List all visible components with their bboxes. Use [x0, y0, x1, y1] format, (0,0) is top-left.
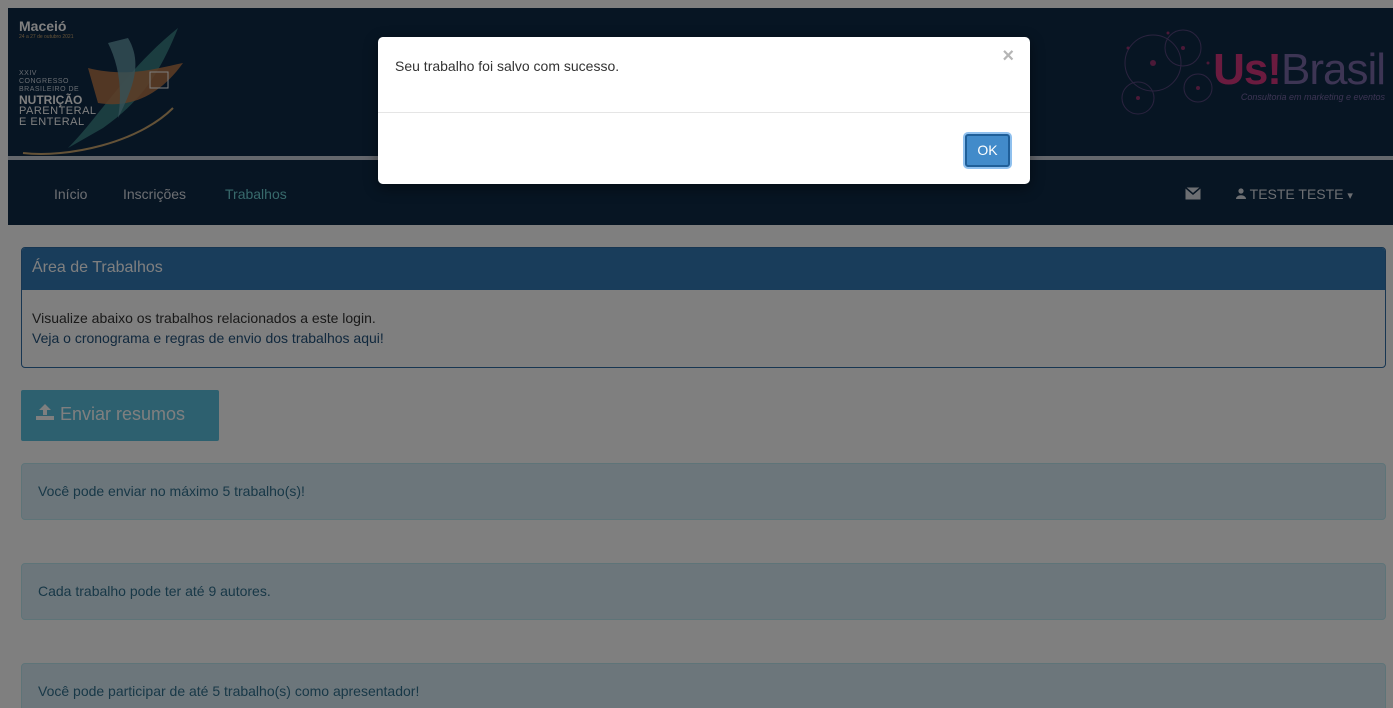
dialog-body: Seu trabalho foi salvo com sucesso. ×	[378, 37, 1030, 113]
close-icon[interactable]: ×	[1002, 45, 1014, 68]
dialog-message: Seu trabalho foi salvo com sucesso.	[395, 58, 620, 74]
ok-button[interactable]: OK	[965, 134, 1010, 167]
success-dialog: Seu trabalho foi salvo com sucesso. × OK	[378, 37, 1030, 184]
